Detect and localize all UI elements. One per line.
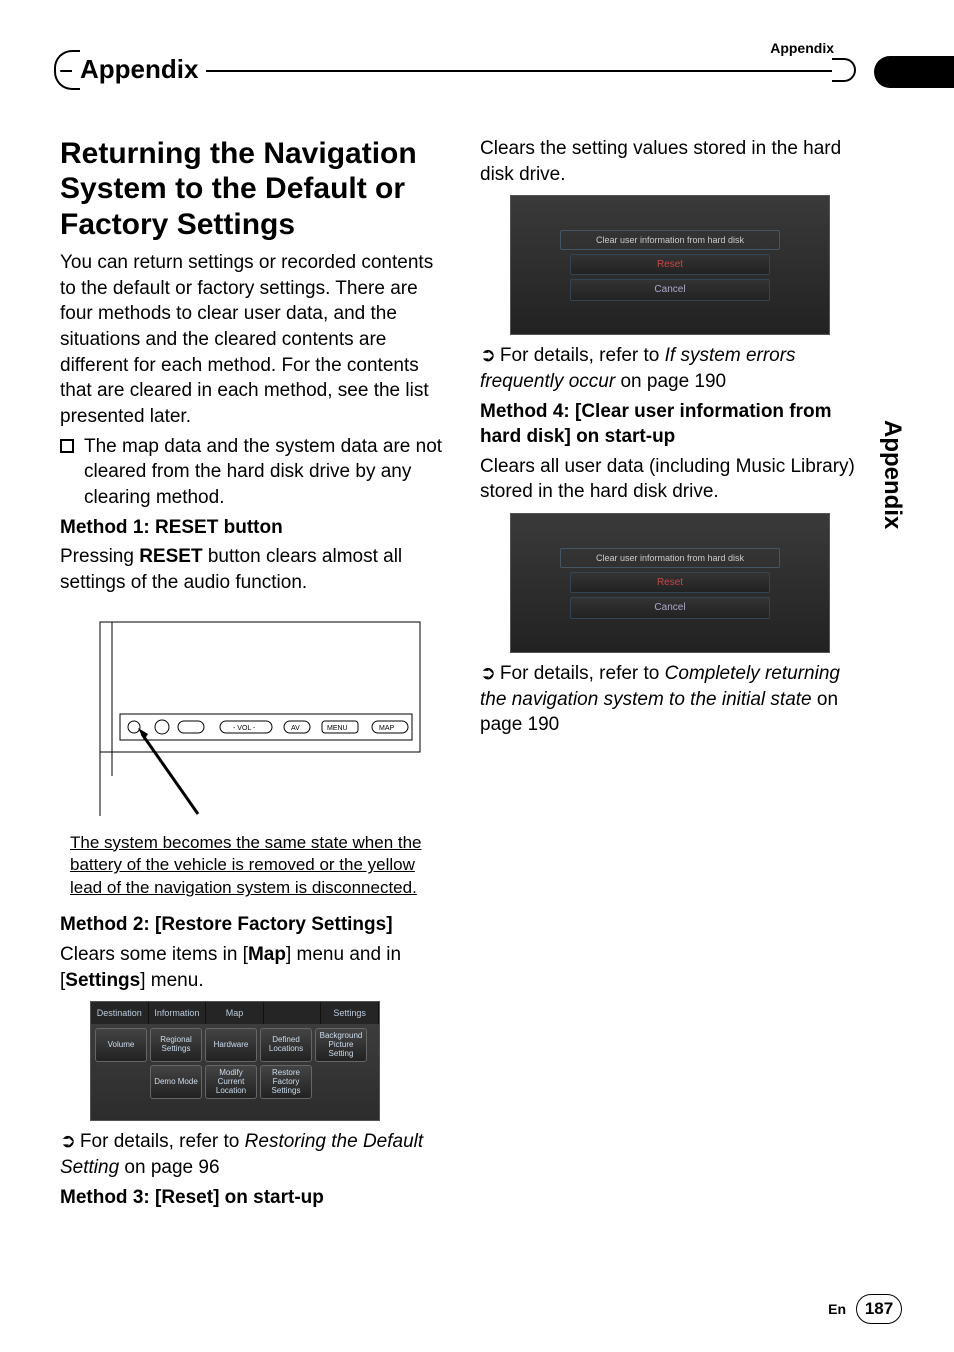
- ss-tab: Destination: [91, 1002, 149, 1024]
- right-p1: Clears the setting values stored in the …: [480, 136, 864, 187]
- checkbox-icon: [60, 439, 74, 453]
- svg-text:AV: AV: [291, 725, 300, 732]
- dialog-cancel-button: Cancel: [570, 597, 770, 619]
- device-panel-svg: - VOL - AV MENU MAP: [70, 606, 440, 826]
- dialog-reset-button: Reset: [570, 572, 770, 594]
- note-text: The map data and the system data are not…: [84, 434, 444, 511]
- ss-button: Modify Current Location: [205, 1065, 257, 1099]
- m2a: Clears some items in [: [60, 944, 248, 965]
- m1-reset-word: RESET: [139, 546, 202, 567]
- header-small-label: Appendix: [770, 40, 834, 56]
- m2-map: Map: [248, 944, 286, 965]
- ss-tab: [264, 1002, 322, 1024]
- chapter-banner: Appendix: [60, 56, 914, 92]
- method1-title: Method 1: RESET button: [60, 515, 444, 541]
- page-number: 187: [856, 1294, 902, 1324]
- chapter-title: Appendix: [72, 54, 206, 85]
- method2-text: Clears some items in [Map] menu and in […: [60, 942, 444, 993]
- method3-title: Method 3: [Reset] on start-up: [60, 1185, 444, 1211]
- pointer-icon: ➲: [60, 1131, 76, 1152]
- intro-paragraph: You can return settings or recorded cont…: [60, 250, 444, 429]
- m2-settings: Settings: [65, 970, 140, 991]
- svg-text:MAP: MAP: [379, 725, 395, 732]
- banner-end-cap: [832, 58, 856, 82]
- dialog-label: Clear user information from hard disk: [560, 230, 780, 250]
- device-panel-figure: - VOL - AV MENU MAP: [70, 606, 440, 826]
- method1-text: Pressing RESET button clears almost all …: [60, 544, 444, 595]
- ss-button: Demo Mode: [150, 1065, 202, 1099]
- ref4: ➲For details, refer to Completely return…: [480, 661, 864, 738]
- ref3b: on page 190: [615, 371, 726, 392]
- ref2a: For details, refer to: [80, 1131, 245, 1152]
- ref3: ➲For details, refer to If system errors …: [480, 343, 864, 394]
- pointer-icon: ➲: [480, 663, 496, 684]
- ss-button: Background Picture Setting: [315, 1028, 367, 1062]
- ref2: ➲For details, refer to Restoring the Def…: [60, 1129, 444, 1180]
- ss-tab: Settings: [321, 1002, 379, 1024]
- method2-title: Method 2: [Restore Factory Settings]: [60, 912, 444, 938]
- ss-button: Restore Factory Settings: [260, 1065, 312, 1099]
- dialog-label: Clear user information from hard disk: [560, 548, 780, 568]
- ref2b: on page 96: [119, 1157, 219, 1178]
- method4-text: Clears all user data (including Music Li…: [480, 454, 864, 505]
- svg-text:- VOL -: - VOL -: [233, 725, 256, 732]
- svg-text:MENU: MENU: [327, 725, 348, 732]
- note-bullet: The map data and the system data are not…: [60, 434, 444, 511]
- figure1-caption: The system becomes the same state when t…: [70, 832, 424, 901]
- dialog-cancel-button: Cancel: [570, 279, 770, 301]
- dialog-reset-button: Reset: [570, 254, 770, 276]
- pointer-icon: ➲: [480, 345, 496, 366]
- right-column: Clears the setting values stored in the …: [480, 136, 914, 1214]
- settings-menu-screenshot: Destination Information Map Settings Vol…: [90, 1001, 380, 1121]
- ref3a: For details, refer to: [500, 345, 665, 366]
- ref4a: For details, refer to: [500, 663, 665, 684]
- section-heading: Returning the Navigation System to the D…: [60, 136, 444, 242]
- reset-dialog-2: Clear user information from hard disk Re…: [510, 513, 830, 653]
- left-column: Returning the Navigation System to the D…: [60, 136, 444, 1214]
- ss-button: Defined Locations: [260, 1028, 312, 1062]
- side-vertical-label: Appendix: [878, 420, 906, 529]
- ss-button: Hardware: [205, 1028, 257, 1062]
- ss-tab: Information: [149, 1002, 207, 1024]
- reset-dialog-1: Clear user information from hard disk Re…: [510, 195, 830, 335]
- m2c: ] menu.: [140, 970, 203, 991]
- ss-button: Volume: [95, 1028, 147, 1062]
- method4-title: Method 4: [Clear user information from h…: [480, 399, 864, 450]
- ss-button: Regional Settings: [150, 1028, 202, 1062]
- page-footer: En 187: [828, 1294, 902, 1324]
- m1-text-a: Pressing: [60, 546, 139, 567]
- lang-label: En: [828, 1301, 846, 1317]
- ss-tab: Map: [206, 1002, 264, 1024]
